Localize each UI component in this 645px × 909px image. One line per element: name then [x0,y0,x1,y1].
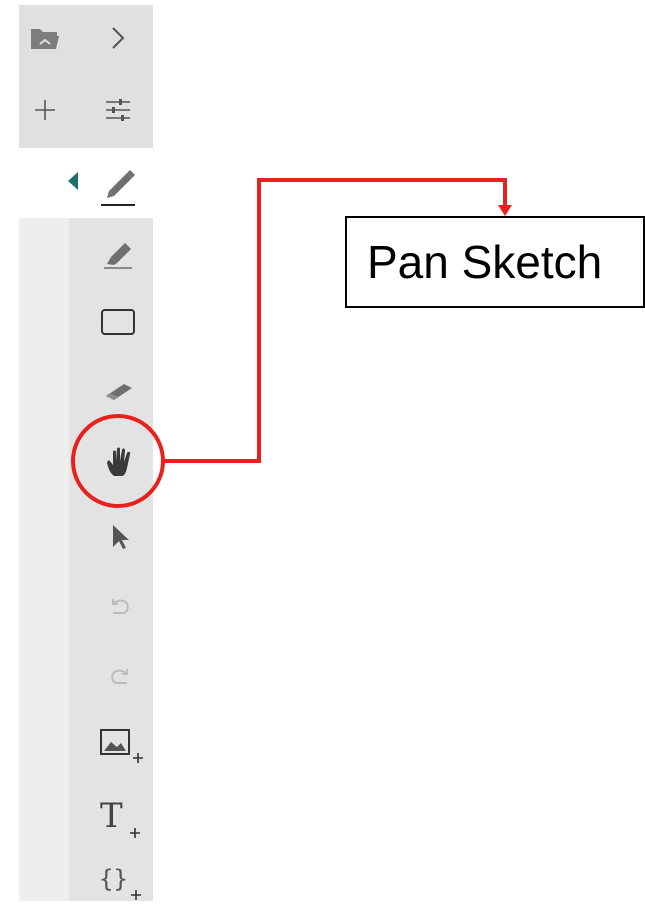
redo-button[interactable] [100,655,140,699]
insert-code-button[interactable]: {} [96,860,148,904]
select-pointer-icon [113,525,129,549]
pan-sketch-callout: Pan Sketch [345,216,645,308]
svg-text:{}: {} [99,865,128,893]
eraser-icon [106,384,132,400]
insert-text-icon: T [100,797,140,838]
pen-tool-button[interactable] [96,160,140,210]
settings-button[interactable] [98,90,138,130]
open-folder-button[interactable] [25,20,65,56]
undo-icon [112,599,129,614]
highlighter-icon [104,243,132,269]
pen-icon [101,170,135,206]
redo-icon [111,669,128,684]
select-tool-button[interactable] [100,515,140,559]
settings-sliders-icon [106,99,130,121]
rectangle-tool-button[interactable] [95,300,141,344]
eraser-tool-button[interactable] [97,370,141,410]
caret-left-icon [68,172,78,190]
svg-text:T: T [100,797,123,836]
undo-button[interactable] [100,585,140,629]
folder-open-icon [31,29,59,49]
pan-hand-icon [107,447,131,476]
callout-label: Pan Sketch [367,236,603,288]
active-tool-indicator [64,170,82,192]
app-canvas: T {} Pan Sketch [0,0,645,909]
add-button[interactable] [25,90,65,130]
insert-image-button[interactable] [97,724,147,768]
insert-text-button[interactable]: T [96,795,148,843]
pan-tool-button[interactable] [100,440,140,484]
rectangle-icon [101,309,135,335]
add-icon [35,100,55,120]
highlighter-tool-button[interactable] [96,232,140,276]
insert-code-icon: {} [99,865,141,900]
expand-chevron-icon [112,27,125,49]
insert-image-icon [100,729,143,763]
connector-arrowhead [498,205,512,216]
expand-button[interactable] [100,20,136,56]
